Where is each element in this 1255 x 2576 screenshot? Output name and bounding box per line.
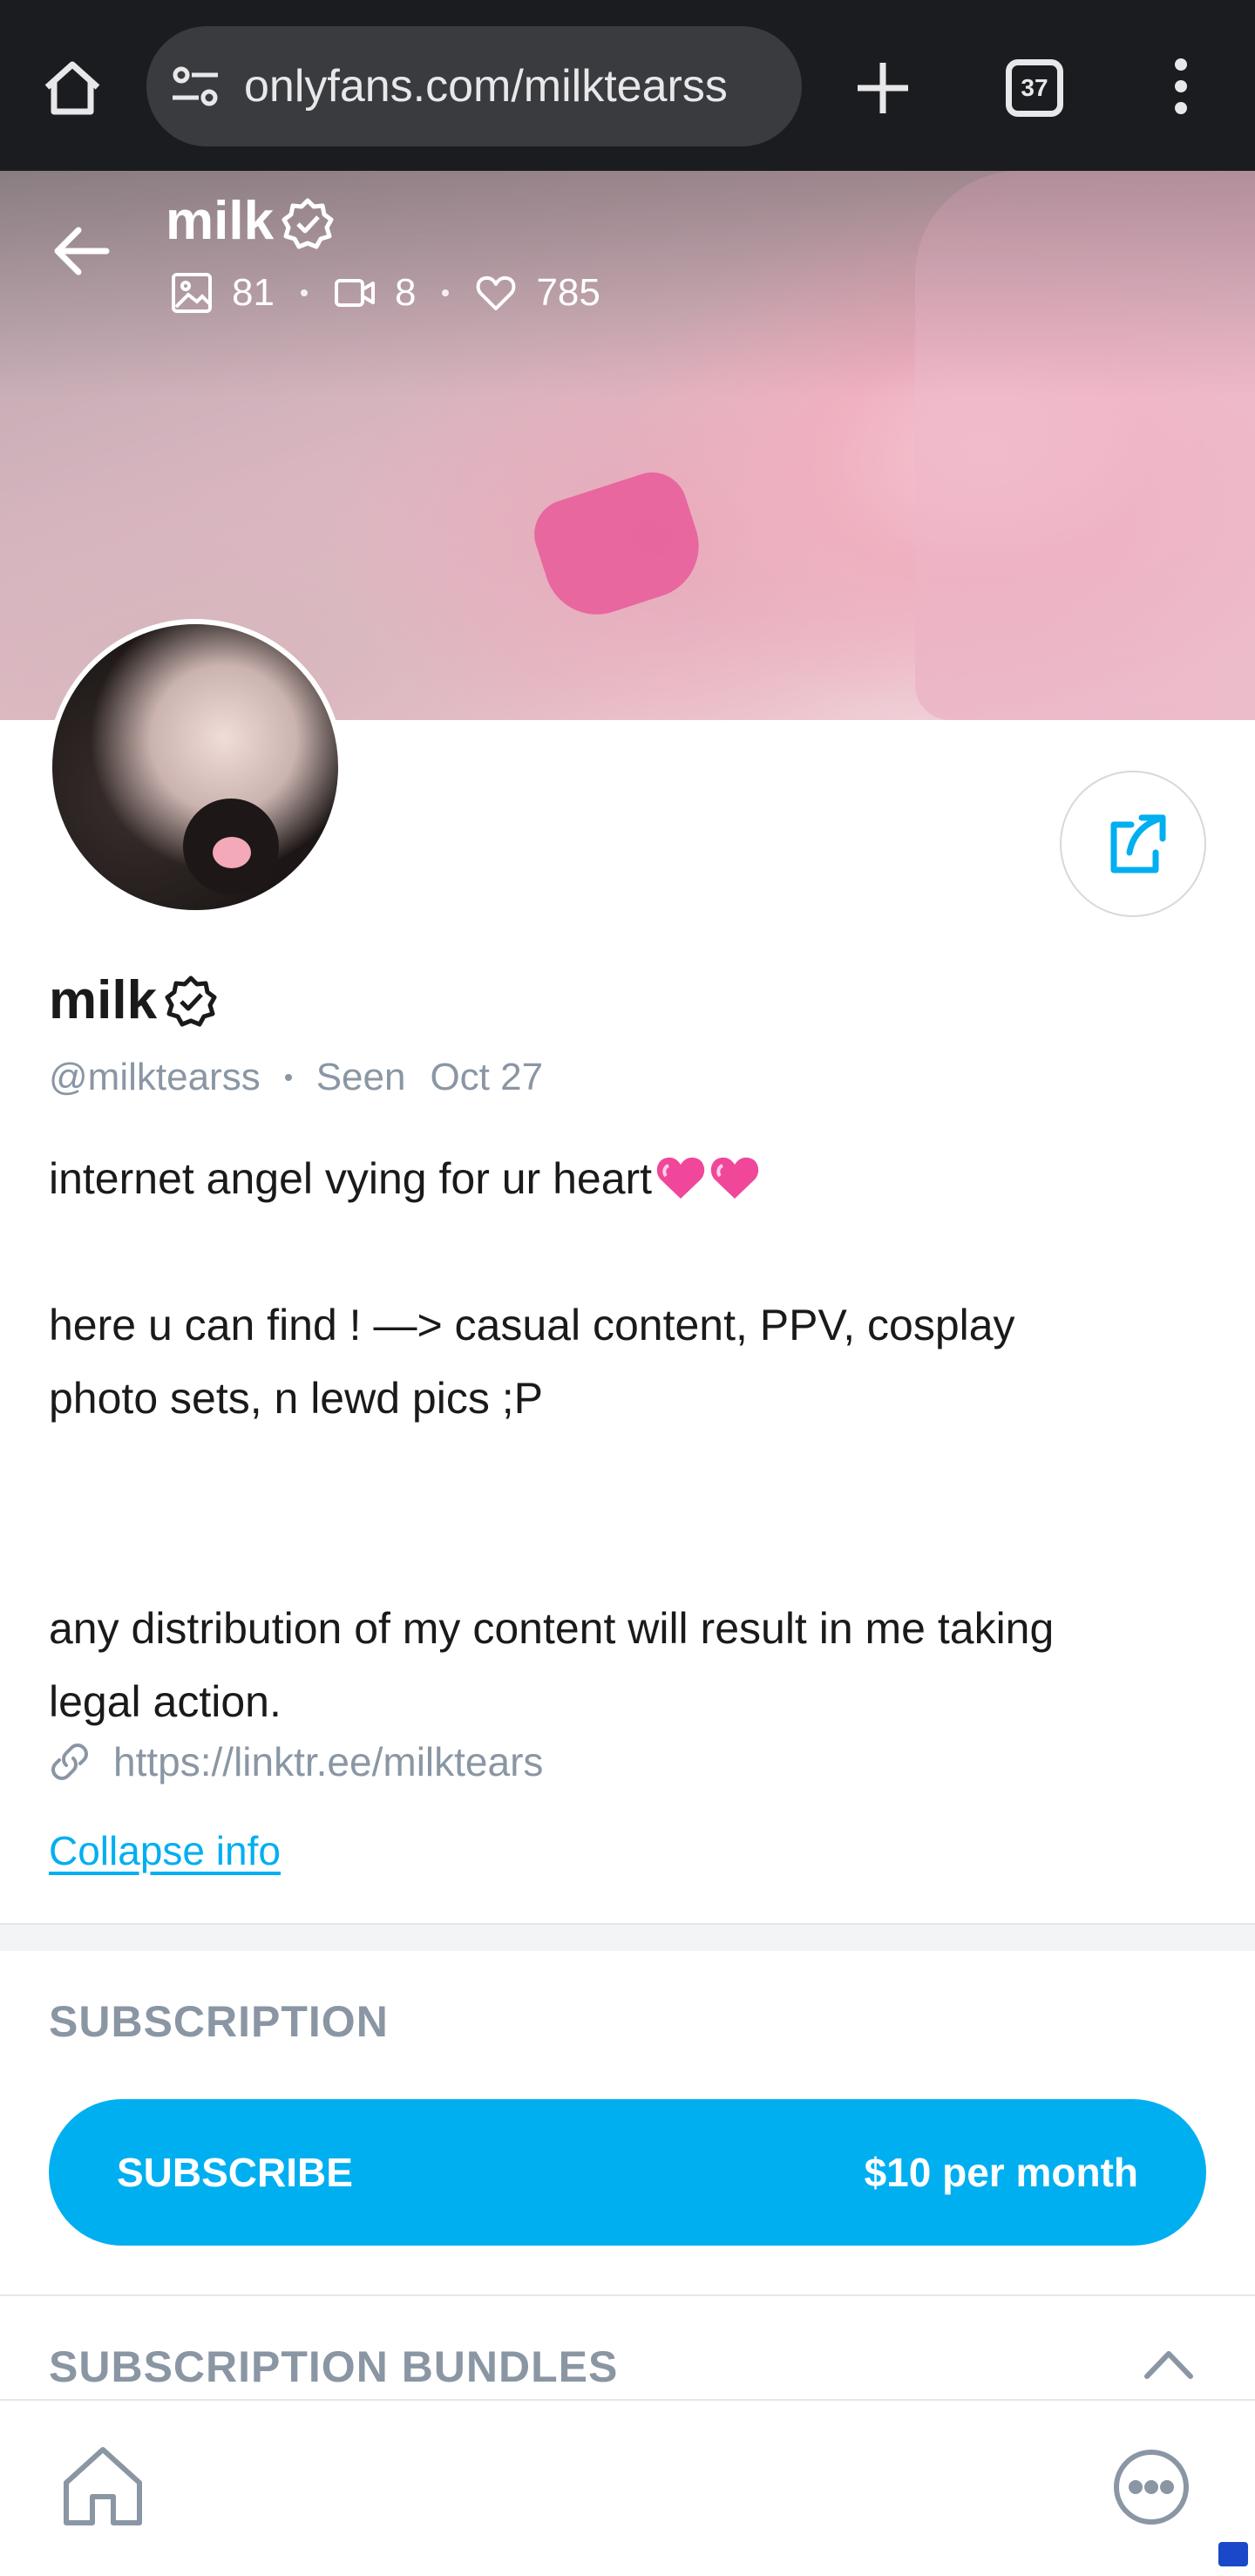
bio-paragraph: any distribution of my content will resu… [49, 1604, 1055, 1726]
tune-icon[interactable] [171, 65, 220, 108]
address-bar[interactable]: onlyfans.com/milktearss [146, 26, 802, 146]
subscribe-button[interactable]: SUBSCRIBE $10 per month [49, 2099, 1206, 2246]
verified-icon [282, 198, 334, 249]
subscription-bundles-title[interactable]: SUBSCRIPTION BUNDLES [49, 2342, 618, 2392]
notification-badge [1218, 2542, 1248, 2566]
avatar[interactable] [47, 619, 343, 915]
header-stats: 81 8 785 [171, 268, 600, 317]
more-icon[interactable] [1112, 2448, 1191, 2526]
bio-paragraph: here u can find ! —> casual content, PPV… [49, 1301, 1015, 1423]
seen-label: Seen [315, 1056, 406, 1098]
tabs-icon[interactable]: 37 [1006, 59, 1063, 117]
header-name: milk [166, 191, 275, 251]
home-icon[interactable] [42, 59, 103, 117]
plus-icon[interactable] [854, 59, 912, 117]
profile-name: milk [49, 970, 158, 1030]
profile-header-overlay: milk 81 8 785 [0, 171, 1255, 371]
browser-toolbar: onlyfans.com/milktearss 37 [0, 0, 1255, 171]
photo-icon [172, 273, 212, 313]
collapse-info-link[interactable]: Collapse info [49, 1827, 281, 1874]
back-arrow-icon[interactable] [52, 225, 110, 277]
heart-emoji-icon [656, 1157, 705, 1199]
profile-bio: internet angel vying for ur heart here u… [49, 1142, 1217, 1738]
seen-date: Oct 27 [430, 1056, 544, 1098]
heart-emoji-icon [710, 1157, 759, 1199]
bottom-navigation [0, 2399, 1255, 2576]
url-text[interactable]: onlyfans.com/milktearss [244, 26, 784, 146]
home-icon[interactable] [59, 2444, 146, 2528]
subscribe-price: $10 per month [864, 2150, 1138, 2195]
profile-meta: @milktearss Seen Oct 27 [49, 1053, 543, 1102]
photos-count[interactable]: 81 [171, 271, 275, 315]
profile-handle: @milktearss [49, 1056, 261, 1098]
share-button[interactable] [1060, 771, 1206, 917]
likes-count: 785 [475, 271, 600, 315]
link-url[interactable]: https://linktr.ee/milktears [113, 1738, 543, 1785]
link-icon [51, 1743, 88, 1780]
divider [0, 2294, 1255, 2296]
video-icon [334, 279, 375, 307]
bio-line: internet angel vying for ur heart [49, 1142, 1217, 1215]
menu-icon[interactable] [1168, 58, 1194, 115]
chevron-up-icon[interactable] [1142, 2347, 1196, 2382]
verified-icon [165, 975, 217, 1027]
share-icon [1110, 814, 1166, 873]
videos-count[interactable]: 8 [334, 271, 416, 315]
subscription-title: SUBSCRIPTION [49, 1997, 389, 2046]
section-divider [0, 1923, 1255, 1951]
heart-icon [477, 275, 516, 310]
subscribe-label: SUBSCRIBE [117, 2150, 353, 2195]
profile-link[interactable]: https://linktr.ee/milktears [49, 1738, 543, 1785]
